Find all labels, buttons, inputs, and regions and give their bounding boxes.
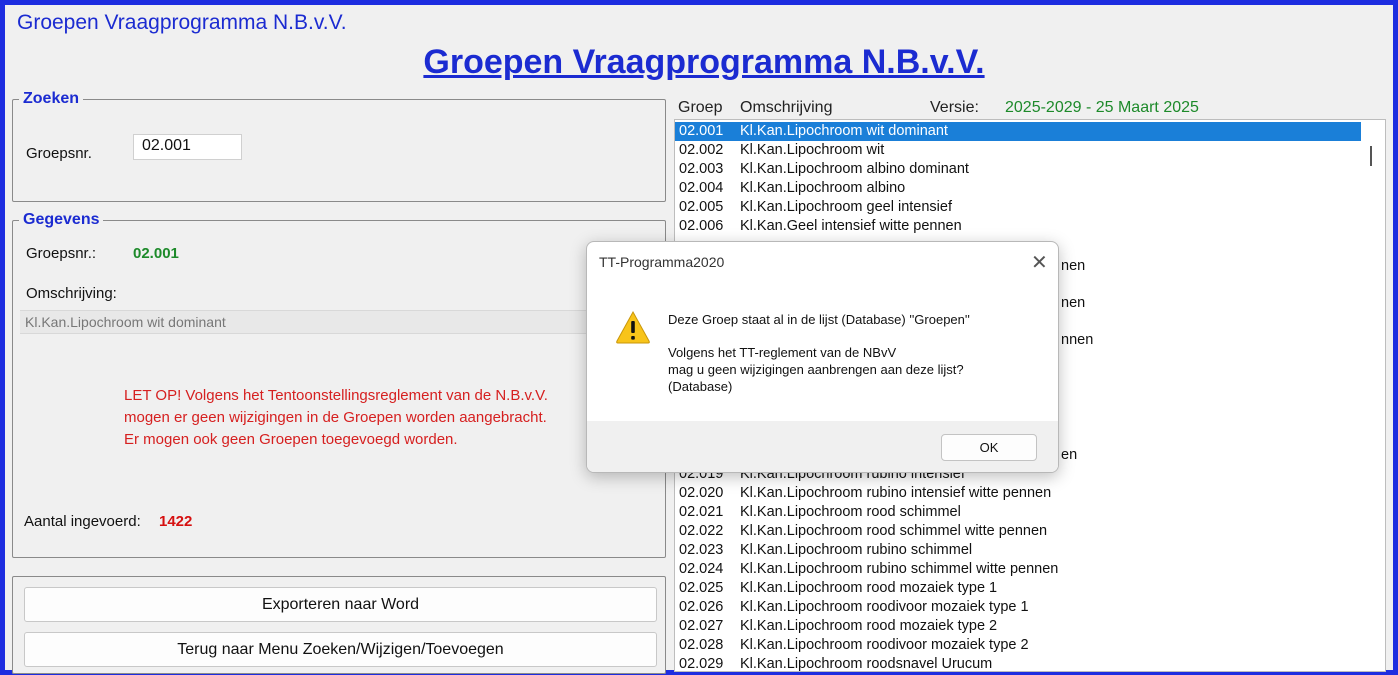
page-title: Groepen Vraagprogramma N.B.v.V. [423, 43, 985, 81]
list-item-desc: Kl.Kan.Lipochroom roodsnavel Urucum [740, 656, 993, 672]
list-item-desc: Kl.Kan.Lipochroom geel intensief [740, 199, 952, 215]
list-item[interactable]: 02.002 Kl.Kan.Lipochroom wit [675, 141, 1361, 160]
list-item-desc: Kl.Kan.Lipochroom rubino schimmel witte … [740, 561, 1059, 577]
list-item-code: 02.024 [679, 561, 724, 577]
list-item-code: 02.026 [679, 599, 724, 615]
close-icon[interactable]: ✕ [1031, 250, 1048, 275]
list-item-desc: Kl.Kan.Lipochroom albino [740, 180, 906, 196]
details-group: Gegevens [12, 211, 666, 558]
list-item-fragment: nnen [1061, 332, 1094, 348]
list-item-desc: Kl.Kan.Lipochroom roodivoor mozaiek type… [740, 637, 1029, 653]
list-item-desc: Kl.Kan.Lipochroom rood schimmel witte pe… [740, 523, 1048, 539]
list-item-desc: Kl.Kan.Lipochroom roodivoor mozaiek type… [740, 599, 1029, 615]
list-item-code: 02.001 [679, 123, 724, 139]
details-legend: Gegevens [23, 211, 100, 228]
list-item-code: 02.005 [679, 199, 724, 215]
list-item-fragment: nen [1061, 258, 1086, 274]
list-item-code: 02.029 [679, 656, 724, 672]
list-item[interactable]: 02.021 Kl.Kan.Lipochroom rood schimmel [675, 503, 1361, 522]
list-item-desc: Kl.Kan.Lipochroom rubino schimmel [740, 542, 973, 558]
list-item-code: 02.022 [679, 523, 724, 539]
list-item-code: 02.020 [679, 485, 724, 501]
export-word-button[interactable]: Exporteren naar Word [24, 587, 657, 622]
list-item-code: 02.021 [679, 504, 724, 520]
description-label: Omschrijving: [26, 285, 117, 302]
dialog-title: TT-Programma2020 [599, 254, 725, 270]
list-item[interactable]: 02.020 Kl.Kan.Lipochroom rubino intensief… [675, 484, 1361, 503]
list-item-fragment: nen [1061, 295, 1086, 311]
list-item[interactable]: 02.026 Kl.Kan.Lipochroom roodivoor mozaie… [675, 598, 1361, 617]
group-number-label: Groepsnr.: [26, 245, 97, 262]
count-value: 1422 [159, 513, 193, 530]
list-item-code: 02.006 [679, 218, 724, 234]
list-item-code: 02.002 [679, 142, 724, 158]
column-header-group: Groep [678, 99, 723, 116]
list-item-code: 02.023 [679, 542, 724, 558]
dialog-message-line-3: mag u geen wijzigingen aanbrengen aan de… [668, 362, 964, 377]
list-item[interactable]: 02.025 Kl.Kan.Lipochroom rood mozaiek typ… [675, 579, 1361, 598]
list-item[interactable]: 02.024 Kl.Kan.Lipochroom rubino schimmel … [675, 560, 1361, 579]
list-item[interactable]: 02.029 Kl.Kan.Lipochroom roodsnavel Urucu… [675, 655, 1361, 672]
count-label: Aantal ingevoerd: [24, 513, 141, 530]
list-item-desc: Kl.Kan.Lipochroom rubino intensief witte… [740, 485, 1052, 501]
description-value: Kl.Kan.Lipochroom wit dominant [25, 314, 226, 330]
warning-line-2: mogen er geen wijzigingen in de Groepen … [124, 409, 547, 426]
list-item-desc: Kl.Kan.Lipochroom rood mozaiek type 1 [740, 580, 998, 596]
window-title: Groepen Vraagprogramma N.B.v.V. [17, 11, 347, 34]
description-field: Kl.Kan.Lipochroom wit dominant [20, 310, 660, 334]
list-item[interactable]: 02.001 Kl.Kan.Lipochroom wit dominant [675, 122, 1361, 141]
group-number-value: 02.001 [133, 245, 179, 262]
list-item-desc: Kl.Kan.Lipochroom wit [740, 142, 885, 158]
version-label: Versie: [930, 99, 979, 116]
warning-icon [616, 310, 650, 344]
list-item[interactable]: 02.004 Kl.Kan.Lipochroom albino [675, 179, 1361, 198]
column-header-description: Omschrijving [740, 99, 833, 116]
list-item-desc: Kl.Kan.Lipochroom rood schimmel [740, 504, 961, 520]
warning-line-1: LET OP! Volgens het Tentoonstellingsregl… [124, 387, 548, 404]
list-item-code: 02.025 [679, 580, 724, 596]
list-scrollbar[interactable] [1370, 146, 1372, 166]
ok-button[interactable]: OK [941, 434, 1037, 461]
list-item[interactable]: 02.028 Kl.Kan.Lipochroom roodivoor mozaie… [675, 636, 1361, 655]
dialog-message-line-1: Deze Groep staat al in de lijst (Databas… [668, 312, 970, 327]
list-item-code: 02.003 [679, 161, 724, 177]
version-value: 2025-2029 - 25 Maart 2025 [1005, 99, 1199, 116]
dialog-footer: OK [587, 421, 1058, 472]
search-label: Groepsnr. [26, 145, 92, 162]
list-item[interactable]: 02.022 Kl.Kan.Lipochroom rood schimmel wi… [675, 522, 1361, 541]
dialog-message-line-2: Volgens het TT-reglement van de NBvV [668, 345, 897, 360]
list-item-desc: Kl.Kan.Lipochroom rood mozaiek type 2 [740, 618, 998, 634]
list-item[interactable]: 02.005 Kl.Kan.Lipochroom geel intensief [675, 198, 1361, 217]
list-item-fragment: en [1061, 447, 1078, 463]
warning-line-3: Er mogen ook geen Groepen toegevoegd wor… [124, 431, 458, 448]
list-item-desc: Kl.Kan.Lipochroom albino dominant [740, 161, 969, 177]
search-legend: Zoeken [23, 90, 80, 107]
list-item-desc: Kl.Kan.Geel intensief witte pennen [740, 218, 962, 234]
list-item[interactable]: 02.003 Kl.Kan.Lipochroom albino dominant [675, 160, 1361, 179]
list-item-code: 02.027 [679, 618, 724, 634]
list-item-code: 02.028 [679, 637, 724, 653]
list-item[interactable]: 02.027 Kl.Kan.Lipochroom rood mozaiek typ… [675, 617, 1361, 636]
search-group: Zoeken [12, 90, 666, 202]
list-item-desc: Kl.Kan.Lipochroom wit dominant [740, 123, 948, 139]
search-input[interactable]: 02.001 [133, 134, 242, 160]
list-item[interactable]: 02.006 Kl.Kan.Geel intensief witte pennen [675, 217, 1361, 236]
back-to-menu-button[interactable]: Terug naar Menu Zoeken/Wijzigen/Toevoege… [24, 632, 657, 667]
list-item-code: 02.004 [679, 180, 724, 196]
message-dialog: TT-Programma2020 ✕ Deze Groep staat al i… [586, 241, 1059, 473]
dialog-message-line-4: (Database) [668, 379, 733, 394]
list-item[interactable]: 02.023 Kl.Kan.Lipochroom rubino schimmel [675, 541, 1361, 560]
